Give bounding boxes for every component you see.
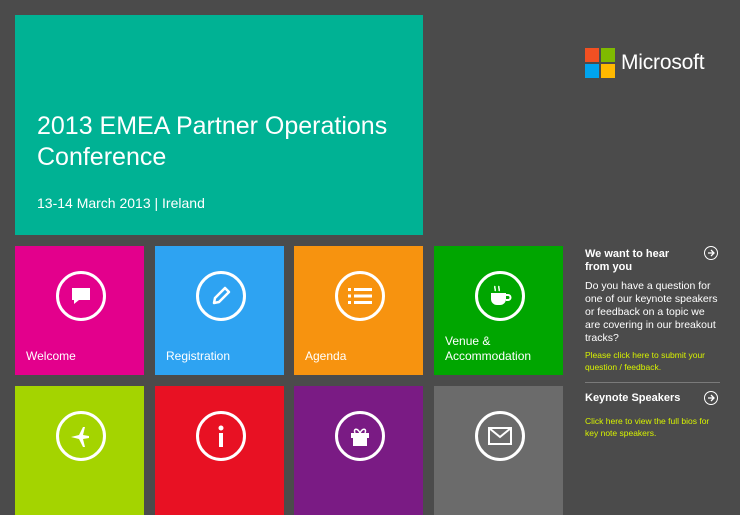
feedback-panel: We want to hear from you Do you have a q…: [585, 248, 720, 373]
list-icon: [335, 271, 385, 321]
arrow-right-icon[interactable]: [704, 246, 718, 260]
tile-label: Welcome: [26, 349, 76, 363]
tile-registration[interactable]: Registration: [155, 246, 284, 375]
conference-date-location: 13-14 March 2013 | Ireland: [37, 195, 205, 211]
mail-icon: [475, 411, 525, 461]
coffee-cup-icon: [475, 271, 525, 321]
pencil-icon: [196, 271, 246, 321]
windows-logo-icon: [585, 48, 615, 78]
tile-label: Agenda: [305, 349, 347, 363]
tile-welcome[interactable]: Welcome: [15, 246, 144, 375]
hero-banner: 2013 EMEA Partner Operations Conference …: [15, 15, 423, 235]
gift-icon: [335, 411, 385, 461]
tile-information[interactable]: [155, 386, 284, 515]
sidebar-divider: [585, 382, 720, 383]
feedback-link[interactable]: Please click here to submit your questio…: [585, 349, 720, 373]
conference-title: 2013 EMEA Partner Operations Conference: [37, 112, 388, 171]
tile-venue-accommodation[interactable]: Venue & Accommodation: [434, 246, 563, 375]
tile-travel[interactable]: [15, 386, 144, 515]
tile-label: Registration: [166, 349, 231, 363]
chat-bubble-icon: [56, 271, 106, 321]
keynote-panel: Keynote Speakers Click here to view the …: [585, 392, 720, 439]
microsoft-logo: Microsoft: [585, 48, 705, 78]
feedback-body: Do you have a question for one of our ke…: [585, 280, 718, 344]
info-icon: [196, 411, 246, 461]
keynote-link[interactable]: Click here to view the full bios for key…: [585, 415, 720, 439]
tile-agenda[interactable]: Agenda: [294, 246, 423, 375]
keynote-heading: Keynote Speakers: [585, 392, 681, 404]
arrow-right-icon[interactable]: [704, 391, 718, 405]
logo-text: Microsoft: [621, 51, 705, 74]
tile-contact[interactable]: [434, 386, 563, 515]
tile-gifts[interactable]: [294, 386, 423, 515]
feedback-heading: We want to hear from you: [585, 248, 670, 273]
airplane-icon: [56, 411, 106, 461]
tile-label: Venue & Accommodation: [445, 334, 532, 363]
